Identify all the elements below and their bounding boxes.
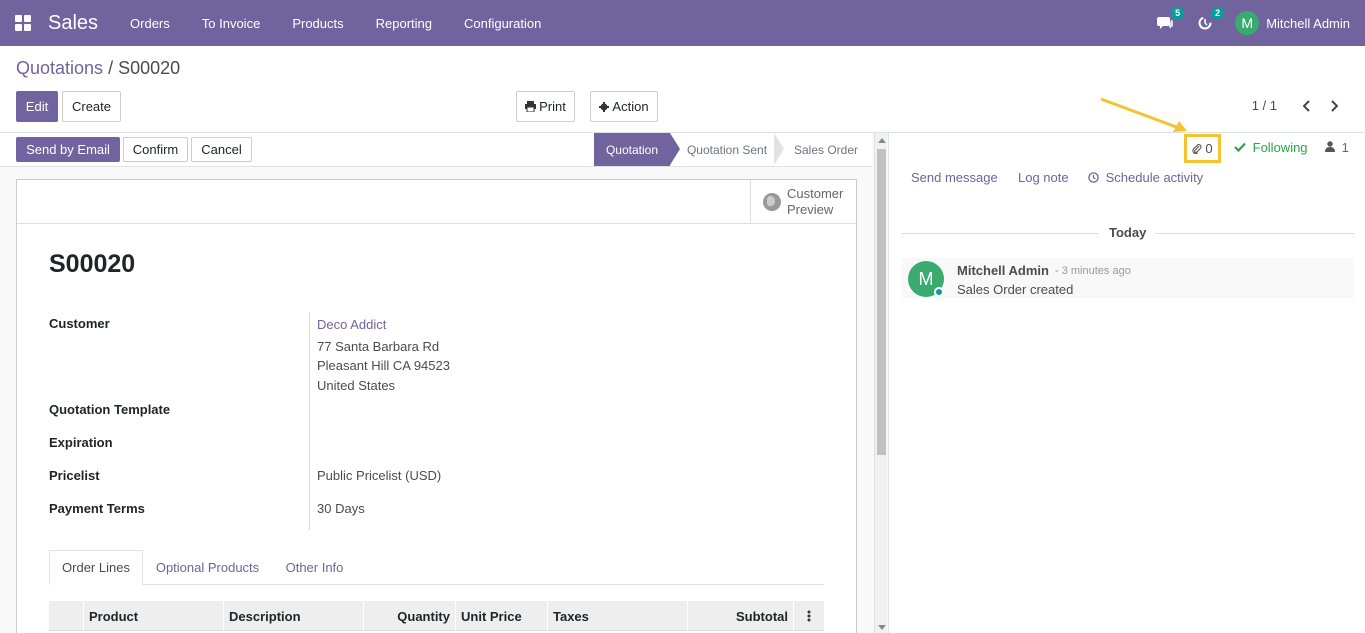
scroll-thumb[interactable] — [877, 149, 886, 455]
tab-order-lines[interactable]: Order Lines — [49, 550, 143, 585]
customer-preview-label-2: Preview — [787, 201, 834, 217]
followers-count: 1 — [1341, 140, 1349, 155]
tab-other-info[interactable]: Other Info — [272, 550, 357, 585]
address-line-3: United States — [317, 378, 396, 393]
date-divider-left — [901, 233, 1099, 234]
breadcrumb: Quotations / S00020 — [16, 58, 180, 79]
col-subtotal[interactable]: Subtotal — [687, 601, 793, 631]
statusbar: Send by Email Confirm Cancel Quotation Q… — [0, 133, 872, 167]
pricelist-label: Pricelist — [49, 468, 100, 483]
date-separator: Today — [1109, 225, 1147, 240]
stage-sales-order[interactable]: Sales Order — [786, 133, 866, 166]
order-lines-header: Product Description Quantity Unit Price … — [49, 601, 824, 631]
button-box-divider — [17, 223, 752, 224]
form-view: Send by Email Confirm Cancel Quotation Q… — [0, 132, 888, 633]
field-separator — [309, 312, 310, 530]
attachments-button[interactable]: 0 — [1184, 134, 1221, 163]
menu-orders[interactable]: Orders — [114, 16, 186, 31]
following-label: Following — [1252, 140, 1308, 155]
online-status-icon — [934, 287, 944, 297]
user-name[interactable]: Mitchell Admin — [1266, 16, 1350, 31]
gear-icon — [599, 101, 610, 112]
tab-optional-products[interactable]: Optional Products — [143, 550, 272, 585]
message-author[interactable]: Mitchell Admin — [957, 263, 1049, 278]
message-time: - 3 minutes ago — [1055, 265, 1131, 277]
form-sheet: Customer Preview S00020 Customer Deco Ad… — [16, 179, 857, 633]
user-icon — [1325, 141, 1335, 152]
log-note-button[interactable]: Log note — [1018, 170, 1069, 185]
pager-previous-icon[interactable] — [1299, 96, 1315, 116]
paperclip-icon — [1192, 144, 1202, 154]
following-button[interactable]: Following — [1234, 140, 1308, 155]
breadcrumb-quotations[interactable]: Quotations — [16, 58, 103, 78]
customer-preview-label-1: Customer — [787, 185, 844, 201]
messages-badge: 5 — [1171, 7, 1185, 19]
pager-value[interactable]: 1 / 1 — [1252, 98, 1277, 113]
globe-icon — [763, 192, 781, 211]
send-by-email-button[interactable]: Send by Email — [16, 137, 120, 162]
customer-preview-button[interactable]: Customer Preview — [750, 180, 856, 224]
action-label: Action — [612, 99, 649, 114]
cancel-button[interactable]: Cancel — [191, 137, 252, 162]
chatter: 0 Following 1 Send message Log note Sche… — [888, 132, 1365, 633]
apps-menu-icon[interactable] — [0, 0, 46, 46]
message-item: M Mitchell Admin - 3 minutes ago Sales O… — [902, 258, 1354, 298]
print-icon — [525, 101, 537, 112]
address-line-1: 77 Santa Barbara Rd — [317, 339, 440, 354]
stage-quotation-sent[interactable]: Quotation Sent — [680, 133, 774, 166]
print-button[interactable]: Print — [516, 91, 575, 122]
column-options-icon[interactable] — [793, 601, 824, 631]
col-description[interactable]: Description — [223, 601, 363, 631]
attachments-count: 0 — [1205, 141, 1213, 156]
stage-arrow-active — [670, 133, 680, 165]
app-name[interactable]: Sales — [48, 12, 98, 35]
expiration-label: Expiration — [49, 435, 113, 450]
user-avatar[interactable]: M — [1235, 11, 1260, 35]
schedule-activity-label: Schedule activity — [1105, 170, 1204, 185]
col-handle — [49, 601, 83, 631]
col-quantity[interactable]: Quantity — [363, 601, 455, 631]
clock-icon — [1088, 172, 1099, 183]
customer-link[interactable]: Deco Addict — [317, 317, 386, 332]
scroll-up-icon[interactable] — [878, 138, 886, 143]
document-title: S00020 — [49, 250, 136, 278]
action-button[interactable]: Action — [590, 91, 658, 122]
customer-label: Customer — [49, 316, 110, 331]
pricelist-value: Public Pricelist (USD) — [317, 468, 442, 483]
message-body: Sales Order created — [957, 282, 1074, 297]
col-product[interactable]: Product — [83, 601, 223, 631]
breadcrumb-current: S00020 — [118, 58, 181, 78]
activities-icon[interactable]: 2 — [1195, 7, 1225, 33]
top-navbar: Sales Orders To Invoice Products Reporti… — [0, 0, 1365, 46]
menu-products[interactable]: Products — [276, 16, 359, 31]
stage-arrow-divider — [774, 133, 784, 165]
edit-button[interactable]: Edit — [16, 91, 58, 122]
address-line-2: Pleasant Hill CA 94523 — [317, 358, 450, 373]
col-taxes[interactable]: Taxes — [547, 601, 687, 631]
menu-reporting[interactable]: Reporting — [360, 16, 448, 31]
schedule-activity-button[interactable]: Schedule activity — [1088, 170, 1203, 185]
breadcrumb-separator: / — [108, 58, 114, 78]
print-label: Print — [539, 99, 566, 114]
create-button[interactable]: Create — [62, 91, 121, 122]
confirm-button[interactable]: Confirm — [123, 137, 188, 162]
form-scrollbar[interactable] — [874, 133, 887, 633]
col-unit-price[interactable]: Unit Price — [455, 601, 547, 631]
annotation-arrow-icon — [1100, 97, 1187, 132]
scroll-down-icon[interactable] — [878, 625, 886, 630]
menu-configuration[interactable]: Configuration — [448, 16, 557, 31]
activities-badge: 2 — [1211, 7, 1225, 19]
quotation-template-label: Quotation Template — [49, 402, 171, 417]
payment-terms-value: 30 Days — [317, 501, 365, 516]
date-divider-right — [1155, 233, 1355, 234]
pager-next-icon[interactable] — [1326, 96, 1342, 116]
check-icon — [1234, 142, 1246, 153]
stage-quotation: Quotation — [594, 133, 670, 166]
menu-to-invoice[interactable]: To Invoice — [186, 16, 277, 31]
followers-button[interactable]: 1 — [1325, 140, 1349, 155]
notebook-tabs: Order Lines Optional Products Other Info — [49, 550, 824, 585]
messages-icon[interactable]: 5 — [1155, 7, 1185, 33]
payment-terms-label: Payment Terms — [49, 501, 145, 516]
send-message-button[interactable]: Send message — [911, 170, 998, 185]
